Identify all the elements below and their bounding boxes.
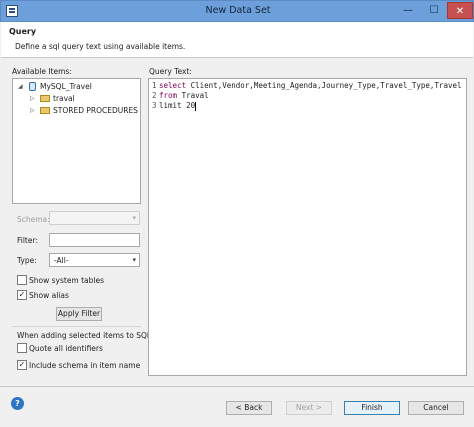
filter-label: Filter: [17,236,38,245]
procedures-folder-icon [40,107,50,114]
footer-separator [0,386,474,387]
tree-item-mysql-travel[interactable]: MySQL_Travel [40,81,92,92]
code-line: 3 limit 20 [152,101,197,111]
schema-select[interactable]: ▾ [49,211,140,225]
show-alias-label: Show alias [29,291,69,300]
code-line: 2 from Traval [152,91,209,100]
page-title: Query [9,27,37,36]
back-button[interactable]: < Back [226,401,272,415]
schema-label: Schema: [17,215,50,224]
query-text-label: Query Text: [149,67,192,76]
next-button[interactable]: Next > [286,401,332,415]
include-schema-checkbox[interactable]: ✓ [17,360,27,370]
maximize-button[interactable]: ☐ [421,2,447,19]
query-editor[interactable]: 1 select Client,Vendor,Meeting_Agenda,Jou… [148,78,467,376]
type-label: Type: [17,256,37,265]
text-caret [195,101,197,111]
apply-filter-button[interactable]: Apply Filter [56,307,102,321]
cancel-button[interactable]: Cancel [408,401,464,415]
show-alias-checkbox[interactable]: ✓ [17,290,27,300]
splitter-handle[interactable]: · · · [143,228,145,242]
close-button[interactable]: ✕ [447,2,473,19]
adding-items-label: When adding selected items to SQL [17,331,152,340]
filter-input[interactable] [49,233,140,247]
tree-item-stored-procedures[interactable]: STORED PROCEDURES [53,105,138,116]
window-titlebar[interactable]: New Data Set — ☐ ✕ [0,0,474,22]
chevron-down-icon: ▾ [132,214,136,222]
show-system-tables-label: Show system tables [29,276,105,285]
wizard-header: Query Define a sql query text using avai… [1,22,473,58]
available-items-tree[interactable]: ◢ MySQL_Travel ▷ traval ▷ STORED PROCEDU… [12,78,141,204]
expand-triangle-icon[interactable]: ▷ [30,107,35,114]
quote-identifiers-checkbox[interactable] [17,343,27,353]
type-select[interactable]: -All- ▾ [49,253,140,267]
expand-triangle-icon[interactable]: ▷ [30,95,35,102]
show-system-tables-checkbox[interactable] [17,275,27,285]
database-icon [29,82,36,91]
available-items-label: Available Items: [12,67,72,76]
minimize-button[interactable]: — [395,2,421,19]
include-schema-label: Include schema in item name [29,361,141,370]
tree-item-traval[interactable]: traval [53,93,75,104]
code-line: 1 select Client,Vendor,Meeting_Agenda,Jou… [152,81,462,90]
chevron-down-icon: ▾ [132,256,136,264]
quote-identifiers-label: Quote all identifiers [29,344,103,353]
page-description: Define a sql query text using available … [15,42,186,51]
help-icon[interactable]: ? [11,397,24,410]
schema-folder-icon [40,95,50,102]
collapse-triangle-icon[interactable]: ◢ [18,83,23,90]
finish-button[interactable]: Finish [344,401,400,415]
